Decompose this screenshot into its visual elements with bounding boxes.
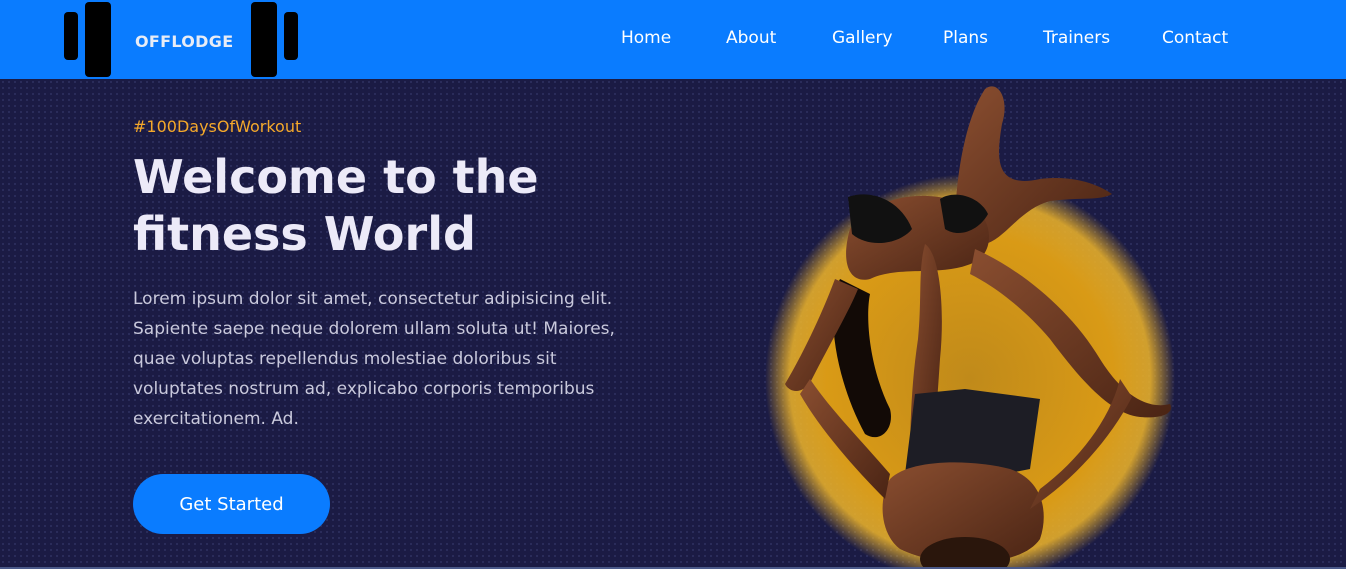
nav-plans[interactable]: Plans (943, 28, 988, 48)
nav-about[interactable]: About (726, 28, 776, 48)
get-started-button[interactable]: Get Started (133, 474, 330, 534)
nav-gallery[interactable]: Gallery (832, 28, 893, 48)
main-nav: Home About Gallery Plans Trainers Contac… (0, 0, 1346, 79)
hero-headline: Welcome to the fitness World (133, 149, 653, 263)
headline-line-1: Welcome to the (133, 150, 539, 204)
hero-hashtag: #100DaysOfWorkout (133, 117, 302, 136)
hero-image (765, 86, 1175, 569)
hero-paragraph: Lorem ipsum dolor sit amet, consectetur … (133, 289, 615, 429)
nav-contact[interactable]: Contact (1162, 28, 1228, 48)
hero-section: #100DaysOfWorkout Welcome to the fitness… (0, 79, 1346, 569)
navbar: OFFLODGE Home About Gallery Plans Traine… (0, 0, 1346, 79)
nav-trainers[interactable]: Trainers (1043, 28, 1110, 48)
nav-home[interactable]: Home (621, 28, 671, 48)
headline-line-2: fitness World (133, 207, 476, 261)
